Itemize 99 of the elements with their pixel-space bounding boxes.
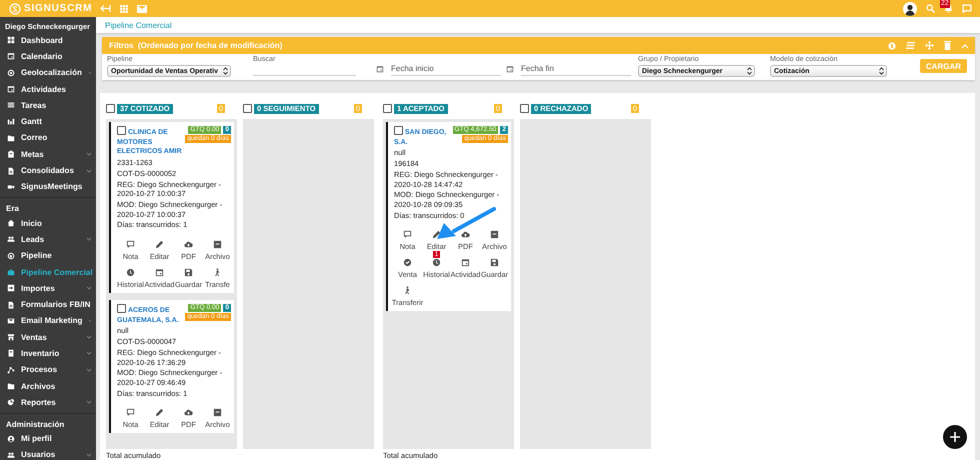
comment-icon <box>126 240 135 250</box>
chat-icon[interactable] <box>962 4 972 14</box>
pencil-icon <box>155 408 164 418</box>
people-icon <box>7 450 15 459</box>
search-icon[interactable] <box>926 4 935 13</box>
bag-icon <box>7 268 15 276</box>
sidebar-item[interactable]: Inicio <box>0 214 96 232</box>
sidebar-item[interactable]: Inventario <box>0 345 96 362</box>
sidebar-item[interactable]: Gantt <box>0 113 96 130</box>
cloud-upload-icon <box>460 230 470 240</box>
folder-icon <box>7 134 15 142</box>
cloud-upload-icon <box>184 408 193 418</box>
document-icon <box>7 166 15 175</box>
plus-icon <box>950 432 960 442</box>
sidebar-item[interactable]: SignusMeetings <box>0 178 96 195</box>
sidebar-item[interactable]: Reportes <box>0 394 96 411</box>
archive-icon <box>213 240 222 250</box>
sidebar-item[interactable]: Email Marketing <box>0 312 96 330</box>
dollar-icon[interactable] <box>888 42 896 50</box>
section-heading: Administración <box>0 412 96 431</box>
sidebar-item[interactable]: Leads <box>0 231 96 248</box>
sidebar-item[interactable]: Importes <box>0 280 96 296</box>
archive-icon <box>213 408 222 418</box>
home-icon <box>7 219 15 228</box>
globe-icon <box>7 252 15 260</box>
trash-icon[interactable] <box>944 41 951 50</box>
mail-icon[interactable] <box>137 4 147 12</box>
sidebar-item[interactable]: Ventas <box>0 329 96 346</box>
document-icon <box>7 300 15 309</box>
sidebar-item[interactable]: Geolocalización <box>0 64 96 81</box>
walking-figure-icon <box>403 286 412 296</box>
sidebar-item[interactable]: Pipeline <box>0 248 96 264</box>
sidebar-item[interactable]: Dashboard <box>0 32 96 48</box>
apps-grid-icon[interactable] <box>120 4 128 12</box>
updown-arrows-icon <box>747 67 752 75</box>
section-heading: Era <box>0 196 96 215</box>
sidebar-item[interactable]: Formularios FB/IN <box>0 296 96 313</box>
video-camera-icon <box>7 182 15 191</box>
sidebar-item[interactable]: Metas <box>0 146 96 162</box>
updown-arrows-icon <box>223 67 228 75</box>
calendar-icon <box>7 52 15 60</box>
checkbox[interactable] <box>117 304 126 314</box>
date-field[interactable]: Fecha inicio <box>391 62 501 76</box>
people-icon <box>7 235 15 244</box>
list-icon <box>7 101 15 110</box>
clipboard-icon <box>7 150 15 158</box>
bar-chart-icon <box>7 118 15 126</box>
walking-figure-icon <box>213 268 222 278</box>
folder-icon <box>7 382 15 390</box>
sidebar-item[interactable]: Mi perfil <box>0 430 96 447</box>
calendar-icon <box>7 85 15 94</box>
clock-icon <box>432 258 441 268</box>
comment-icon <box>403 230 412 240</box>
checkbox[interactable] <box>243 104 252 113</box>
move-icon[interactable] <box>925 41 934 50</box>
brand-name: SIGNUSCRM <box>24 3 92 14</box>
sidebar-item[interactable]: Archivos <box>0 378 96 394</box>
target-icon <box>7 68 15 77</box>
comment-icon <box>126 408 135 418</box>
store-icon <box>7 333 15 342</box>
list-icon[interactable] <box>906 42 915 49</box>
sidebar-item[interactable]: Usuarios <box>0 446 96 460</box>
calendar-icon <box>155 268 164 278</box>
box-icon <box>7 349 15 358</box>
sidebar-item[interactable]: Procesos <box>0 362 96 378</box>
checkbox[interactable] <box>106 104 115 113</box>
checkbox[interactable] <box>394 126 403 135</box>
pencil-icon <box>432 230 441 240</box>
calendar-icon <box>376 65 384 73</box>
nodes-icon <box>7 366 15 374</box>
sidebar-item[interactable]: Pipeline Comercial <box>0 264 96 280</box>
floppy-icon <box>184 268 193 278</box>
sidebar-item[interactable]: Actividades <box>0 80 96 98</box>
logo-icon <box>9 2 21 14</box>
sidebar-item[interactable]: Correo <box>0 130 96 146</box>
user-icon <box>7 434 15 443</box>
updown-arrows-icon <box>879 67 884 75</box>
envelope-icon <box>7 316 15 325</box>
floppy-icon <box>490 258 499 268</box>
cloud-upload-icon <box>184 240 193 250</box>
back-arrow-icon[interactable] <box>100 4 111 13</box>
checkbox[interactable] <box>520 104 529 113</box>
calendar-icon <box>461 258 470 268</box>
avatar[interactable] <box>903 2 917 16</box>
calendar-icon <box>506 65 514 73</box>
sidebar-item[interactable]: Calendario <box>0 48 96 65</box>
sidebar-item[interactable]: Tareas <box>0 97 96 114</box>
date-field[interactable]: Fecha fin <box>521 62 631 76</box>
pie-chart-icon <box>7 398 15 406</box>
panel-title: Filtros (Ordenado por fecha de modificación) <box>109 41 284 50</box>
clock-icon <box>126 268 135 278</box>
sidebar-item[interactable]: Consolidados <box>0 162 96 179</box>
collapse-chevron-icon[interactable] <box>961 42 969 48</box>
pencil-icon <box>155 240 164 250</box>
checkbox[interactable] <box>117 126 126 135</box>
grid-icon <box>7 36 15 44</box>
archive-icon <box>490 230 499 240</box>
checkbox[interactable] <box>383 104 392 113</box>
import-icon <box>7 284 15 292</box>
